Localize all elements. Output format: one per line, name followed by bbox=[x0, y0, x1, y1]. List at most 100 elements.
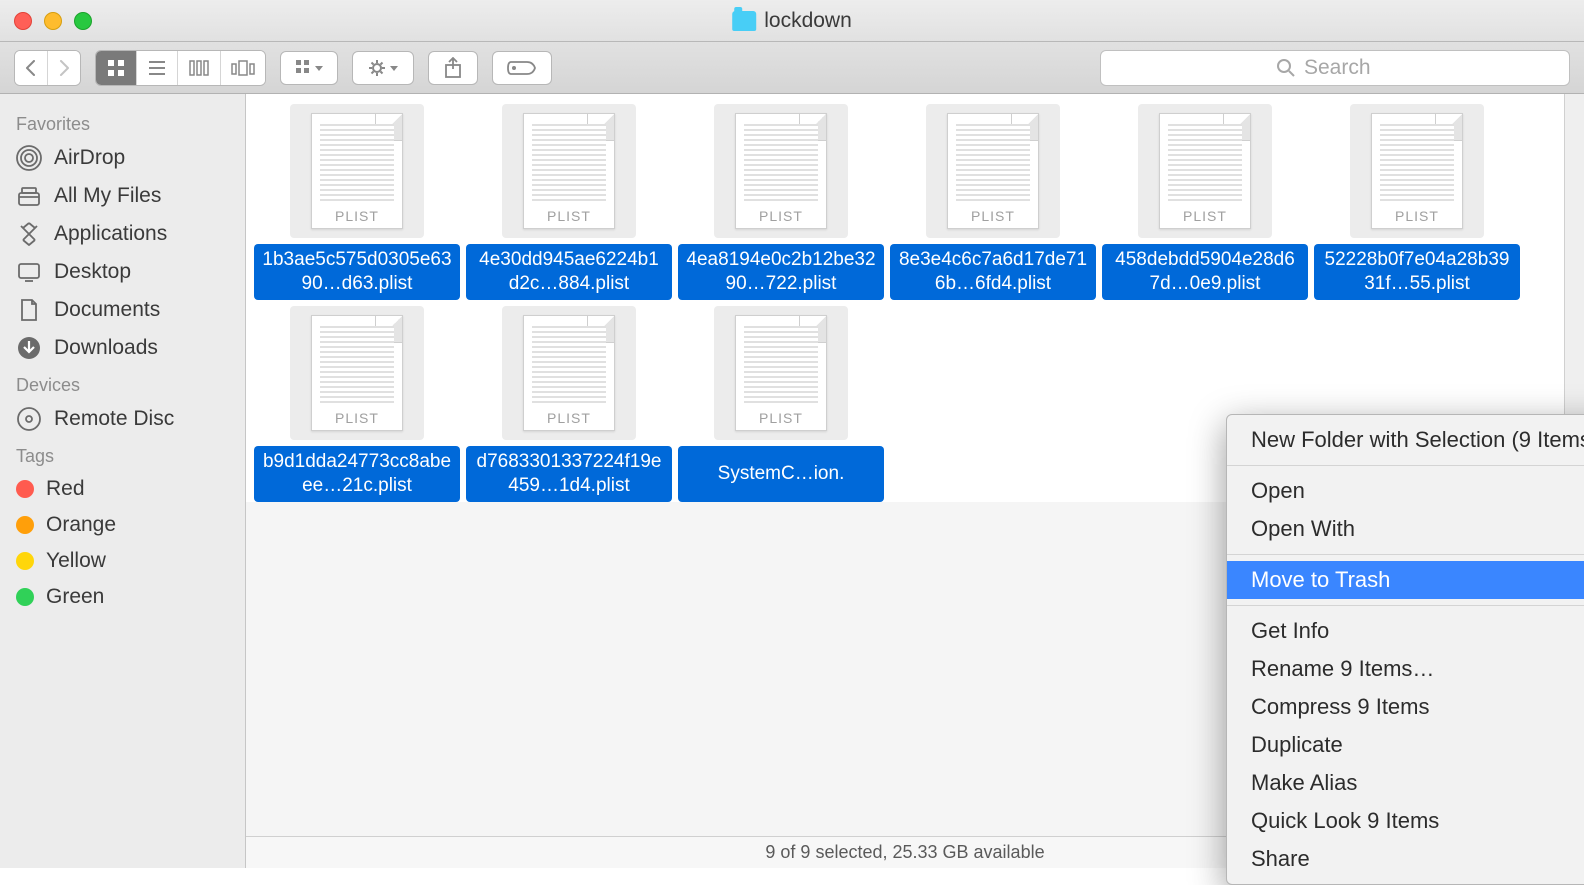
plist-doc-icon: PLIST bbox=[735, 315, 827, 431]
sidebar-tag-yellow[interactable]: Yellow bbox=[0, 543, 245, 579]
folder-icon bbox=[732, 11, 756, 31]
minimize-button[interactable] bbox=[44, 12, 62, 30]
file-ext-label: PLIST bbox=[1160, 208, 1250, 224]
sidebar-item-label: Downloads bbox=[54, 336, 158, 360]
file-thumbnail: PLIST bbox=[290, 104, 424, 238]
file-item[interactable]: PLIST 1b3ae5c575d0305e6390…d63.plist bbox=[254, 104, 460, 300]
tags-button[interactable] bbox=[492, 51, 552, 85]
file-ext-label: PLIST bbox=[736, 410, 826, 426]
search-icon bbox=[1276, 58, 1296, 78]
file-item[interactable]: PLIST 4e30dd945ae6224b1d2c…884.plist bbox=[466, 104, 672, 300]
sidebar-tag-red[interactable]: Red bbox=[0, 471, 245, 507]
ctx-quick-look[interactable]: Quick Look 9 Items bbox=[1227, 802, 1584, 840]
file-ext-label: PLIST bbox=[312, 410, 402, 426]
ctx-open-with[interactable]: Open With▶ bbox=[1227, 510, 1584, 548]
file-name-label: 52228b0f7e04a28b3931f…55.plist bbox=[1314, 244, 1520, 300]
file-item[interactable]: PLIST d7683301337224f19e459…1d4.plist bbox=[466, 306, 672, 502]
ctx-get-info[interactable]: Get Info bbox=[1227, 612, 1584, 650]
sidebar-section-tags: Tags bbox=[0, 438, 245, 471]
toolbar bbox=[0, 42, 1584, 94]
sidebar-item-remotedisc[interactable]: Remote Disc bbox=[0, 400, 245, 438]
downloads-icon bbox=[16, 335, 42, 361]
file-thumbnail: PLIST bbox=[1138, 104, 1272, 238]
sidebar-item-documents[interactable]: Documents bbox=[0, 291, 245, 329]
context-menu: New Folder with Selection (9 Items) Open… bbox=[1226, 414, 1584, 885]
zoom-button[interactable] bbox=[74, 12, 92, 30]
sidebar-item-downloads[interactable]: Downloads bbox=[0, 329, 245, 367]
ctx-new-folder[interactable]: New Folder with Selection (9 Items) bbox=[1227, 421, 1584, 459]
plist-doc-icon: PLIST bbox=[311, 315, 403, 431]
ctx-compress[interactable]: Compress 9 Items bbox=[1227, 688, 1584, 726]
file-thumbnail: PLIST bbox=[290, 306, 424, 440]
plist-doc-icon: PLIST bbox=[1371, 113, 1463, 229]
file-item[interactable]: PLIST 8e3e4c6c7a6d17de716b…6fd4.plist bbox=[890, 104, 1096, 300]
arrange-button[interactable] bbox=[280, 51, 338, 85]
file-ext-label: PLIST bbox=[736, 208, 826, 224]
close-button[interactable] bbox=[14, 12, 32, 30]
file-thumbnail: PLIST bbox=[502, 306, 636, 440]
action-button[interactable] bbox=[352, 51, 414, 85]
sidebar-item-applications[interactable]: Applications bbox=[0, 215, 245, 253]
sidebar-item-label: Green bbox=[46, 585, 104, 609]
file-item[interactable]: PLIST b9d1dda24773cc8abeee…21c.plist bbox=[254, 306, 460, 502]
finder-window: lockdown bbox=[0, 0, 1584, 868]
ctx-move-to-trash[interactable]: Move to Trash bbox=[1227, 561, 1584, 599]
search-field[interactable] bbox=[1100, 50, 1570, 86]
file-item[interactable]: PLIST 4ea8194e0c2b12be3290…722.plist bbox=[678, 104, 884, 300]
file-ext-label: PLIST bbox=[524, 410, 614, 426]
file-name-label: 8e3e4c6c7a6d17de716b…6fd4.plist bbox=[890, 244, 1096, 300]
ctx-separator bbox=[1227, 554, 1584, 555]
search-input[interactable] bbox=[1304, 56, 1394, 80]
file-item[interactable]: PLIST SystemC…ion. bbox=[678, 306, 884, 502]
file-thumbnail: PLIST bbox=[502, 104, 636, 238]
share-button[interactable] bbox=[428, 51, 478, 85]
tag-dot-green bbox=[16, 588, 34, 606]
file-name-label: d7683301337224f19e459…1d4.plist bbox=[466, 446, 672, 502]
plist-doc-icon: PLIST bbox=[947, 113, 1039, 229]
column-view-button[interactable] bbox=[178, 51, 221, 85]
sidebar-tag-green[interactable]: Green bbox=[0, 579, 245, 615]
sidebar-item-label: Remote Disc bbox=[54, 407, 174, 431]
view-mode-buttons bbox=[95, 50, 266, 86]
plist-doc-icon: PLIST bbox=[523, 113, 615, 229]
sidebar-item-desktop[interactable]: Desktop bbox=[0, 253, 245, 291]
ctx-duplicate[interactable]: Duplicate bbox=[1227, 726, 1584, 764]
file-ext-label: PLIST bbox=[948, 208, 1038, 224]
coverflow-view-button[interactable] bbox=[221, 51, 265, 85]
desktop-icon bbox=[16, 259, 42, 285]
window-controls bbox=[14, 12, 92, 30]
file-item[interactable]: PLIST 458debdd5904e28d67d…0e9.plist bbox=[1102, 104, 1308, 300]
plist-doc-icon: PLIST bbox=[523, 315, 615, 431]
ctx-separator bbox=[1227, 465, 1584, 466]
content-area: PLIST 1b3ae5c575d0305e6390…d63.plist PLI… bbox=[246, 94, 1564, 868]
sidebar-item-allfiles[interactable]: All My Files bbox=[0, 177, 245, 215]
file-item[interactable]: PLIST 52228b0f7e04a28b3931f…55.plist bbox=[1314, 104, 1520, 300]
ctx-share[interactable]: Share▶ bbox=[1227, 840, 1584, 878]
sidebar-section-devices: Devices bbox=[0, 367, 245, 400]
forward-button[interactable] bbox=[48, 51, 80, 85]
sidebar-item-label: Applications bbox=[54, 222, 167, 246]
sidebar-item-label: Desktop bbox=[54, 260, 131, 284]
icon-view-button[interactable] bbox=[96, 51, 137, 85]
tag-dot-orange bbox=[16, 516, 34, 534]
file-name-label: b9d1dda24773cc8abeee…21c.plist bbox=[254, 446, 460, 502]
window-title: lockdown bbox=[732, 9, 852, 33]
sidebar-section-favorites: Favorites bbox=[0, 106, 245, 139]
file-name-label: 4ea8194e0c2b12be3290…722.plist bbox=[678, 244, 884, 300]
file-name-label: 458debdd5904e28d67d…0e9.plist bbox=[1102, 244, 1308, 300]
plist-doc-icon: PLIST bbox=[311, 113, 403, 229]
file-name-label: 4e30dd945ae6224b1d2c…884.plist bbox=[466, 244, 672, 300]
tag-dot-red bbox=[16, 480, 34, 498]
sidebar-tag-orange[interactable]: Orange bbox=[0, 507, 245, 543]
file-ext-label: PLIST bbox=[524, 208, 614, 224]
file-thumbnail: PLIST bbox=[714, 104, 848, 238]
sidebar-item-airdrop[interactable]: AirDrop bbox=[0, 139, 245, 177]
ctx-open[interactable]: Open bbox=[1227, 472, 1584, 510]
ctx-make-alias[interactable]: Make Alias bbox=[1227, 764, 1584, 802]
back-button[interactable] bbox=[15, 51, 48, 85]
ctx-rename[interactable]: Rename 9 Items… bbox=[1227, 650, 1584, 688]
window-body: Favorites AirDrop All My Files Applicati… bbox=[0, 94, 1584, 868]
file-thumbnail: PLIST bbox=[926, 104, 1060, 238]
file-thumbnail: PLIST bbox=[714, 306, 848, 440]
list-view-button[interactable] bbox=[137, 51, 178, 85]
